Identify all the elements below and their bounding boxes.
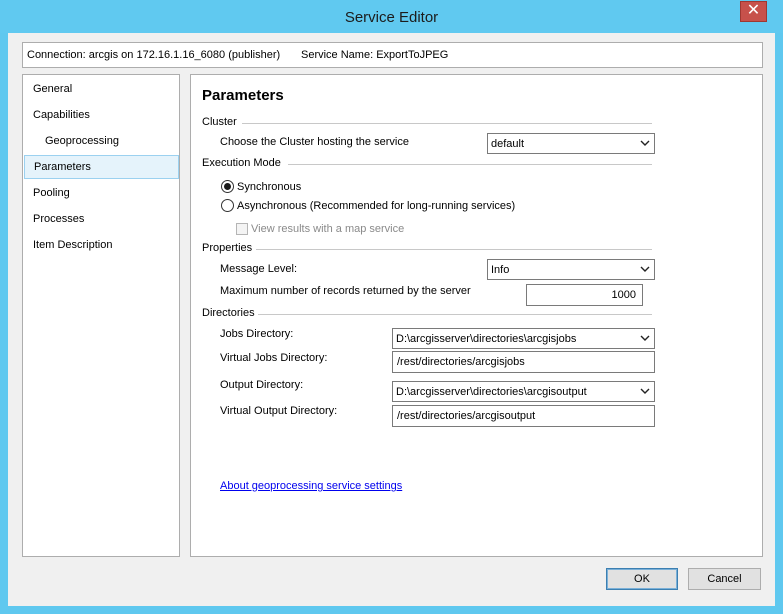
close-icon: ✕: [746, 2, 761, 19]
chevron-down-icon: [640, 140, 650, 146]
synchronous-radio[interactable]: [221, 180, 234, 193]
chevron-down-icon: [640, 335, 650, 341]
max-records-label: Maximum number of records returned by th…: [220, 285, 471, 297]
settings-sidebar: General Capabilities Geoprocessing Param…: [22, 74, 180, 557]
cluster-select[interactable]: default: [487, 133, 655, 154]
properties-group-label: Properties: [202, 242, 253, 254]
sidebar-item-capabilities[interactable]: Capabilities: [24, 103, 179, 127]
virtual-jobs-directory-value: /rest/directories/arcgisjobs: [397, 356, 525, 368]
max-records-value: 1000: [611, 289, 636, 301]
page-title: Parameters: [202, 87, 284, 104]
sidebar-item-pooling[interactable]: Pooling: [24, 181, 179, 205]
max-records-input[interactable]: 1000: [526, 284, 643, 306]
sidebar-item-geoprocessing[interactable]: Geoprocessing: [24, 129, 179, 153]
directories-group-label: Directories: [202, 307, 255, 319]
jobs-directory-label: Jobs Directory:: [220, 328, 294, 340]
synchronous-label: Synchronous: [237, 181, 302, 193]
cancel-button[interactable]: Cancel: [688, 568, 761, 590]
jobs-directory-value: D:\arcgisserver\directories\arcgisjobs: [396, 333, 577, 345]
service-editor-window: Service Editor ✕ Connection: arcgis on 1…: [0, 0, 783, 614]
cluster-select-value: default: [491, 138, 525, 150]
virtual-output-directory-label: Virtual Output Directory:: [220, 405, 338, 417]
message-level-value: Info: [491, 264, 510, 276]
sidebar-item-processes[interactable]: Processes: [24, 207, 179, 231]
directories-divider: [258, 314, 652, 315]
connection-info-bar: Connection: arcgis on 172.16.1.16_6080 (…: [22, 42, 763, 68]
properties-divider: [256, 249, 652, 250]
radio-selected-dot: [224, 183, 231, 190]
chevron-down-icon: [640, 266, 650, 272]
service-name-text: Service Name: ExportToJPEG: [301, 49, 449, 61]
asynchronous-radio[interactable]: [221, 199, 234, 212]
map-service-checkbox[interactable]: [236, 223, 248, 235]
parameters-panel: Parameters Cluster Choose the Cluster ho…: [190, 74, 763, 557]
title-bar[interactable]: Service Editor ✕: [0, 0, 783, 33]
virtual-output-directory-input[interactable]: /rest/directories/arcgisoutput: [392, 405, 655, 427]
window-title: Service Editor: [344, 9, 439, 26]
asynchronous-label: Asynchronous (Recommended for long-runni…: [237, 200, 516, 212]
jobs-directory-select[interactable]: D:\arcgisserver\directories\arcgisjobs: [392, 328, 655, 349]
geoprocessing-help-link[interactable]: About geoprocessing service settings: [220, 480, 402, 492]
cluster-divider: [242, 123, 652, 124]
output-directory-value: D:\arcgisserver\directories\arcgisoutput: [396, 386, 587, 398]
virtual-output-directory-value: /rest/directories/arcgisoutput: [397, 410, 536, 422]
sidebar-item-item-description[interactable]: Item Description: [24, 233, 179, 257]
sidebar-item-general[interactable]: General: [24, 77, 179, 101]
chevron-down-icon: [640, 388, 650, 394]
cluster-group-label: Cluster: [202, 116, 237, 128]
output-directory-select[interactable]: D:\arcgisserver\directories\arcgisoutput: [392, 381, 655, 402]
sidebar-item-parameters[interactable]: Parameters: [24, 155, 179, 179]
connection-text: Connection: arcgis on 172.16.1.16_6080 (…: [27, 49, 281, 61]
execution-divider: [288, 164, 652, 165]
virtual-jobs-directory-label: Virtual Jobs Directory:: [220, 352, 328, 364]
virtual-jobs-directory-input[interactable]: /rest/directories/arcgisjobs: [392, 351, 655, 373]
close-button[interactable]: ✕: [740, 1, 767, 22]
output-directory-label: Output Directory:: [220, 379, 304, 391]
message-level-select[interactable]: Info: [487, 259, 655, 280]
execution-group-label: Execution Mode: [202, 157, 281, 169]
message-level-label: Message Level:: [220, 263, 298, 275]
dialog-client-area: Connection: arcgis on 172.16.1.16_6080 (…: [8, 33, 775, 606]
ok-button[interactable]: OK: [606, 568, 678, 590]
map-service-label: View results with a map service: [251, 223, 405, 235]
cluster-label: Choose the Cluster hosting the service: [220, 136, 409, 148]
